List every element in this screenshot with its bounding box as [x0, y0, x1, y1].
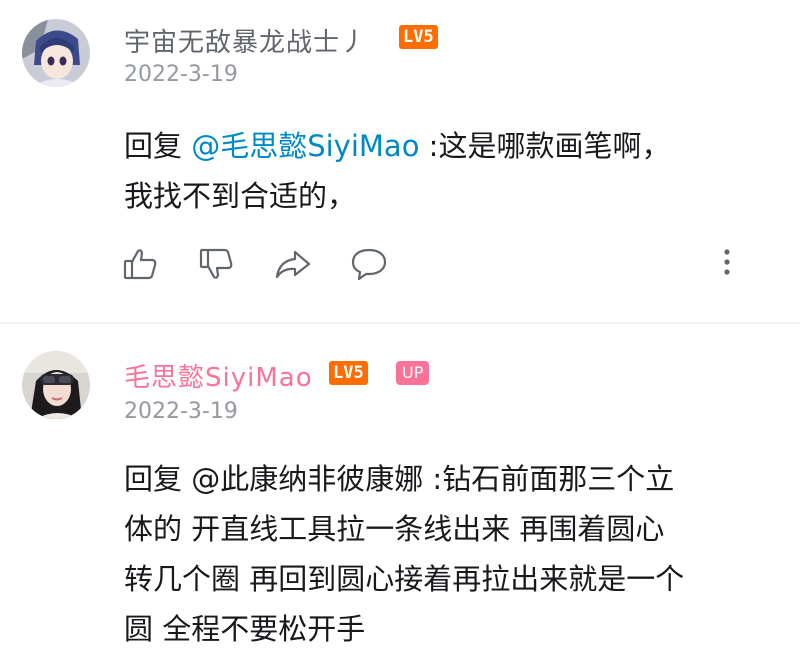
- dislike-icon: [197, 244, 237, 284]
- comment-text-line: 我找不到合适的，: [124, 179, 357, 213]
- user-avatar[interactable]: [22, 351, 90, 419]
- more-options-button[interactable]: [712, 244, 742, 284]
- comment-item: 宇宙无敌暴龙战士丿 LV5 2022-3-19 回复 @毛思懿SiyiMao :…: [0, 0, 800, 323]
- level-badge: LV5: [399, 25, 438, 49]
- reply-prefix: 回复: [124, 129, 192, 163]
- comment-text-line: 圆 全程不要松开手: [124, 612, 366, 646]
- comment-text-line: 回复 @毛思懿SiyiMao :这是哪款画笔啊，: [124, 121, 774, 171]
- comment-date: 2022-3-19: [124, 62, 238, 87]
- comment-text-content: :这是哪款画笔啊，: [419, 129, 671, 163]
- reply-icon: [349, 244, 389, 284]
- reply-prefix: 回复 @此康纳非彼康娜 :钻石前面那三个立: [124, 462, 675, 496]
- reply-button[interactable]: [349, 244, 389, 284]
- comment-date: 2022-3-19: [124, 399, 238, 424]
- user-avatar[interactable]: [22, 19, 90, 87]
- username[interactable]: 宇宙无敌暴龙战士丿: [124, 22, 367, 59]
- share-icon: [273, 244, 313, 284]
- level-badge: LV5: [329, 361, 368, 385]
- more-icon: [712, 249, 742, 288]
- up-badge: UP: [396, 361, 430, 385]
- username[interactable]: 毛思懿SiyiMao: [124, 357, 313, 394]
- mention-link[interactable]: @毛思懿SiyiMao: [191, 129, 419, 163]
- share-button[interactable]: [273, 244, 313, 284]
- comment-text-line: 转几个圈 再回到圆心接着再拉出来就是一个: [124, 562, 685, 596]
- dislike-button[interactable]: [197, 244, 237, 284]
- comment-divider: [0, 322, 800, 324]
- like-icon: [121, 244, 161, 284]
- comment-text-line: 回复 @此康纳非彼康娜 :钻石前面那三个立: [124, 454, 774, 504]
- comment-text: 回复 @此康纳非彼康娜 :钻石前面那三个立 体的 开直线工具拉一条线出来 再围着…: [124, 454, 774, 654]
- like-button[interactable]: [121, 244, 161, 284]
- comment-text: 回复 @毛思懿SiyiMao :这是哪款画笔啊， 我找不到合适的，: [124, 121, 774, 221]
- comment-text-line: 体的 开直线工具拉一条线出来 再围着圆心: [124, 512, 665, 546]
- comment-item: 毛思懿SiyiMao LV5 UP 2022-3-19 回复 @此康纳非彼康娜 …: [0, 326, 800, 667]
